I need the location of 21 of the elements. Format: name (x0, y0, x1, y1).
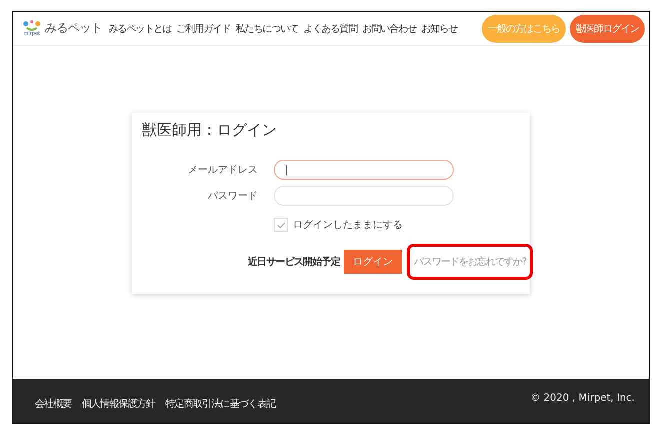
notice-text: 近日サービス開始予定 (248, 255, 340, 269)
nav-link[interactable]: みるペットとは (108, 22, 172, 36)
checkbox-label: ログインしたままにする (293, 219, 403, 232)
logo-icon (21, 20, 43, 32)
field-label: パスワード (207, 190, 258, 203)
checkbox[interactable] (274, 218, 288, 232)
copyright-text: © 2020 , Mirpet, Inc. (530, 392, 635, 404)
nav-link[interactable]: ご利用ガイド (176, 22, 230, 36)
password-field[interactable] (274, 186, 454, 206)
login-title: 獣医師用：ログイン (142, 121, 278, 140)
nav-link[interactable]: お知らせ (422, 22, 458, 36)
field-label: メールアドレス (187, 164, 258, 177)
footer-link[interactable]: 個人情報保護方針 (82, 397, 156, 411)
footer-link[interactable]: 特定商取引法に基づく表記 (165, 397, 276, 411)
logo-wordmark: みるペット (45, 20, 102, 37)
email-field[interactable]: | (274, 160, 454, 180)
check-icon (276, 222, 286, 228)
nav-link[interactable]: お問い合わせ (362, 22, 416, 36)
nav-link[interactable]: よくある質問 (304, 22, 358, 36)
footer-link[interactable]: 会社概要 (35, 397, 72, 411)
nav-link[interactable]: 私たちについて (236, 22, 298, 36)
